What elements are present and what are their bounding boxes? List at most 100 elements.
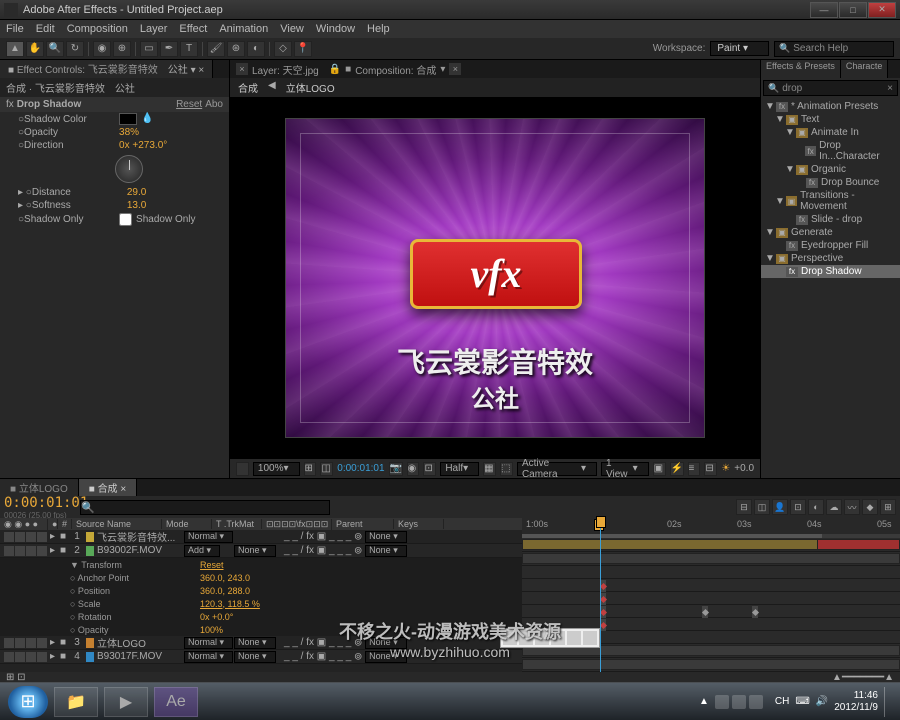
menu-edit[interactable]: Edit [36, 23, 55, 35]
property-track[interactable] [522, 592, 900, 605]
tree-item[interactable]: ▼fx* Animation Presets [761, 100, 900, 113]
layer-tab[interactable]: Layer: 天空.jpg [252, 62, 319, 77]
close-icon[interactable]: × [449, 63, 461, 75]
menu-effect[interactable]: Effect [179, 23, 207, 35]
eyedropper-icon[interactable]: 💧 [141, 113, 153, 125]
col-keys[interactable]: Keys [394, 519, 444, 529]
roto-tool-icon[interactable]: ◇ [274, 41, 292, 57]
menu-animation[interactable]: Animation [219, 23, 268, 35]
menu-composition[interactable]: Composition [67, 23, 128, 35]
show-channel-icon[interactable]: ◉ [407, 462, 420, 476]
frame-blend-icon[interactable]: ⊡ [790, 499, 806, 515]
transform-property[interactable]: ○ Rotation0x +0.0° [0, 610, 522, 623]
tree-item[interactable]: ▼▣Text [761, 113, 900, 126]
layer-row[interactable]: ▸ ■ 2 B93002F.MOV Add ▾ None ▾ _ _ / fx … [0, 544, 522, 558]
hand-tool-icon[interactable]: ✋ [26, 41, 44, 57]
maximize-button[interactable]: □ [839, 2, 867, 18]
ime-indicator[interactable]: CH [775, 696, 789, 707]
puppet-tool-icon[interactable]: 📍 [294, 41, 312, 57]
transform-property[interactable]: ▼ TransformReset [0, 558, 522, 571]
menu-file[interactable]: File [6, 23, 24, 35]
prop-opacity-value[interactable]: 38% [119, 127, 139, 138]
breadcrumb-item[interactable]: 合成 [238, 80, 258, 95]
tree-item[interactable]: fxDrop Bounce [761, 176, 900, 189]
col-mode[interactable]: Mode [162, 519, 212, 529]
time-ruler[interactable]: 1:00s 02s 03s 04s 05s [522, 518, 900, 534]
property-track[interactable] [522, 566, 900, 579]
shadow-only-checkbox[interactable] [119, 213, 132, 226]
view-layout-dropdown[interactable]: 1 View ▾ [601, 462, 649, 476]
resolution-dropdown[interactable]: Half ▾ [440, 462, 479, 476]
expand-switches-icon[interactable]: ⊞ [880, 499, 896, 515]
transform-property[interactable]: ○ Anchor Point360.0, 243.0 [0, 571, 522, 584]
timeline-tab[interactable]: ■ 立体LOGO [0, 479, 79, 496]
graph-editor-icon[interactable]: 〰 [844, 499, 860, 515]
shape-tool-icon[interactable]: ▭ [140, 41, 158, 57]
property-track[interactable] [522, 605, 900, 618]
ime-mode-icon[interactable]: ⌨ [795, 696, 809, 707]
shy-icon[interactable]: 👤 [772, 499, 788, 515]
layer-track[interactable] [522, 538, 900, 552]
effects-search-input[interactable]: drop× [763, 80, 898, 96]
volume-icon[interactable]: 🔊 [816, 696, 828, 707]
breadcrumb-item[interactable]: 立体LOGO [286, 80, 335, 95]
composition-tab[interactable]: Composition: 合成 [355, 62, 436, 77]
tray-icon[interactable] [732, 695, 746, 709]
tree-item[interactable]: ▼▣Transitions - Movement [761, 189, 900, 213]
pen-tool-icon[interactable]: ✒ [160, 41, 178, 57]
col-trkmat[interactable]: T .TrkMat [212, 519, 262, 529]
taskbar-mediaplayer-icon[interactable]: ▶ [104, 687, 148, 717]
tree-item[interactable]: ▼▣Generate [761, 226, 900, 239]
zoom-tool-icon[interactable]: 🔍 [46, 41, 64, 57]
character-tab[interactable]: Characte [841, 60, 889, 78]
composition-viewer[interactable]: vfx 飞云裳影音特效 公社 [230, 97, 760, 458]
taskbar-explorer-icon[interactable]: 📁 [54, 687, 98, 717]
layer-track[interactable] [522, 552, 900, 566]
draft3d-icon[interactable]: ◫ [754, 499, 770, 515]
zoom-dropdown[interactable]: 100% ▾ [253, 462, 300, 476]
col-parent[interactable]: Parent [332, 519, 394, 529]
exposure-value[interactable]: +0.0 [734, 463, 754, 474]
brainstorm-icon[interactable]: ☁ [826, 499, 842, 515]
shadow-color-swatch[interactable] [119, 113, 137, 125]
tree-item[interactable]: ▼▣Animate In [761, 126, 900, 139]
camera-tool-icon[interactable]: ◉ [93, 41, 111, 57]
pixel-aspect-icon[interactable]: ▣ [653, 462, 666, 476]
menu-layer[interactable]: Layer [140, 23, 168, 35]
transform-property[interactable]: ○ Position360.0, 288.0 [0, 584, 522, 597]
menu-help[interactable]: Help [367, 23, 390, 35]
timeline-timecode[interactable]: 0:00:01:01 [4, 495, 76, 511]
text-tool-icon[interactable]: T [180, 41, 198, 57]
minimize-button[interactable]: — [810, 2, 838, 18]
grid-icon[interactable]: ⊞ [304, 462, 317, 476]
tree-item[interactable]: fxEyedropper Fill [761, 239, 900, 252]
col-source[interactable]: Source Name [72, 519, 162, 529]
viewer-timecode[interactable]: 0:00:01:01 [337, 463, 384, 474]
system-clock[interactable]: 11:46 2012/11/9 [834, 690, 878, 714]
transparency-grid-icon[interactable]: ▦ [483, 462, 496, 476]
effect-enable-toggle[interactable]: fx [6, 99, 14, 110]
col-index[interactable]: # [58, 519, 72, 529]
timeline-icon[interactable]: ≡ [688, 462, 701, 476]
rotate-tool-icon[interactable]: ↻ [66, 41, 84, 57]
brush-tool-icon[interactable]: 🖌 [207, 41, 225, 57]
camera-dropdown[interactable]: Active Camera ▾ [517, 462, 597, 476]
current-time-indicator[interactable] [600, 518, 601, 672]
auto-keyframe-icon[interactable]: ◆ [862, 499, 878, 515]
layer-row[interactable]: ▸ ■ 3 立体LOGO Normal ▾ None ▾ _ _ / fx ▣ … [0, 636, 522, 650]
taskbar-aftereffects-icon[interactable]: Ae [154, 687, 198, 717]
3d-view-icon[interactable]: ⬚ [500, 462, 513, 476]
tray-icon[interactable] [715, 695, 729, 709]
motion-blur-icon[interactable]: ◐ [808, 499, 824, 515]
lock-icon[interactable]: 🔒 [329, 64, 341, 75]
prop-softness-value[interactable]: 13.0 [127, 200, 146, 211]
region-icon[interactable]: ⊡ [423, 462, 436, 476]
tree-item[interactable]: fxSlide - drop [761, 213, 900, 226]
menu-view[interactable]: View [280, 23, 304, 35]
tree-item[interactable]: fxDrop Shadow [761, 265, 900, 278]
layer-track[interactable] [522, 658, 900, 672]
close-icon[interactable]: × [236, 63, 248, 75]
timeline-tab-active[interactable]: ■ 合成 × [79, 479, 137, 496]
snapshot-icon[interactable]: 📷 [389, 462, 403, 476]
property-track[interactable] [522, 579, 900, 592]
